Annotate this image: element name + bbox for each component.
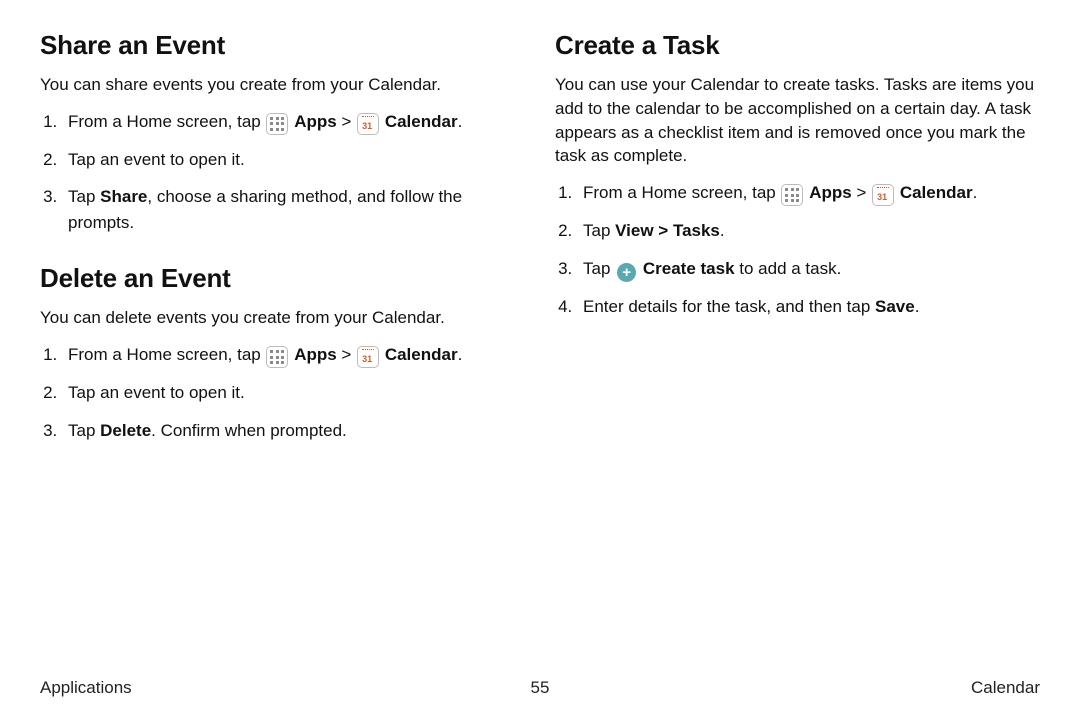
intro-delete-event: You can delete events you create from yo… bbox=[40, 306, 525, 330]
calendar-icon bbox=[872, 184, 894, 206]
list-item: Tap an event to open it. bbox=[62, 380, 525, 406]
list-item: From a Home screen, tap Apps > Calendar. bbox=[62, 109, 525, 135]
apps-icon bbox=[781, 184, 803, 206]
page-footer: Applications 55 Calendar bbox=[0, 678, 1080, 698]
list-item: Tap Delete. Confirm when prompted. bbox=[62, 418, 525, 444]
footer-left: Applications bbox=[40, 678, 132, 698]
intro-share-event: You can share events you create from you… bbox=[40, 73, 525, 97]
steps-delete-event: From a Home screen, tap Apps > Calendar.… bbox=[40, 342, 525, 443]
list-item: Tap an event to open it. bbox=[62, 147, 525, 173]
heading-create-task: Create a Task bbox=[555, 30, 1040, 61]
footer-right: Calendar bbox=[971, 678, 1040, 698]
list-item: From a Home screen, tap Apps > Calendar. bbox=[62, 342, 525, 368]
steps-create-task: From a Home screen, tap Apps > Calendar.… bbox=[555, 180, 1040, 319]
apps-icon bbox=[266, 113, 288, 135]
list-item: Tap View > Tasks. bbox=[577, 218, 1040, 244]
intro-create-task: You can use your Calendar to create task… bbox=[555, 73, 1040, 168]
list-item: Tap Share, choose a sharing method, and … bbox=[62, 184, 525, 235]
calendar-icon bbox=[357, 346, 379, 368]
apps-icon bbox=[266, 346, 288, 368]
calendar-icon bbox=[357, 113, 379, 135]
plus-circle-icon: + bbox=[617, 263, 636, 282]
heading-delete-event: Delete an Event bbox=[40, 263, 525, 294]
list-item: Tap + Create task to add a task. bbox=[577, 256, 1040, 282]
heading-share-event: Share an Event bbox=[40, 30, 525, 61]
steps-share-event: From a Home screen, tap Apps > Calendar.… bbox=[40, 109, 525, 236]
list-item: From a Home screen, tap Apps > Calendar. bbox=[577, 180, 1040, 206]
left-column: Share an Event You can share events you … bbox=[40, 30, 525, 650]
list-item: Enter details for the task, and then tap… bbox=[577, 294, 1040, 320]
right-column: Create a Task You can use your Calendar … bbox=[555, 30, 1040, 650]
page-number: 55 bbox=[531, 678, 550, 698]
